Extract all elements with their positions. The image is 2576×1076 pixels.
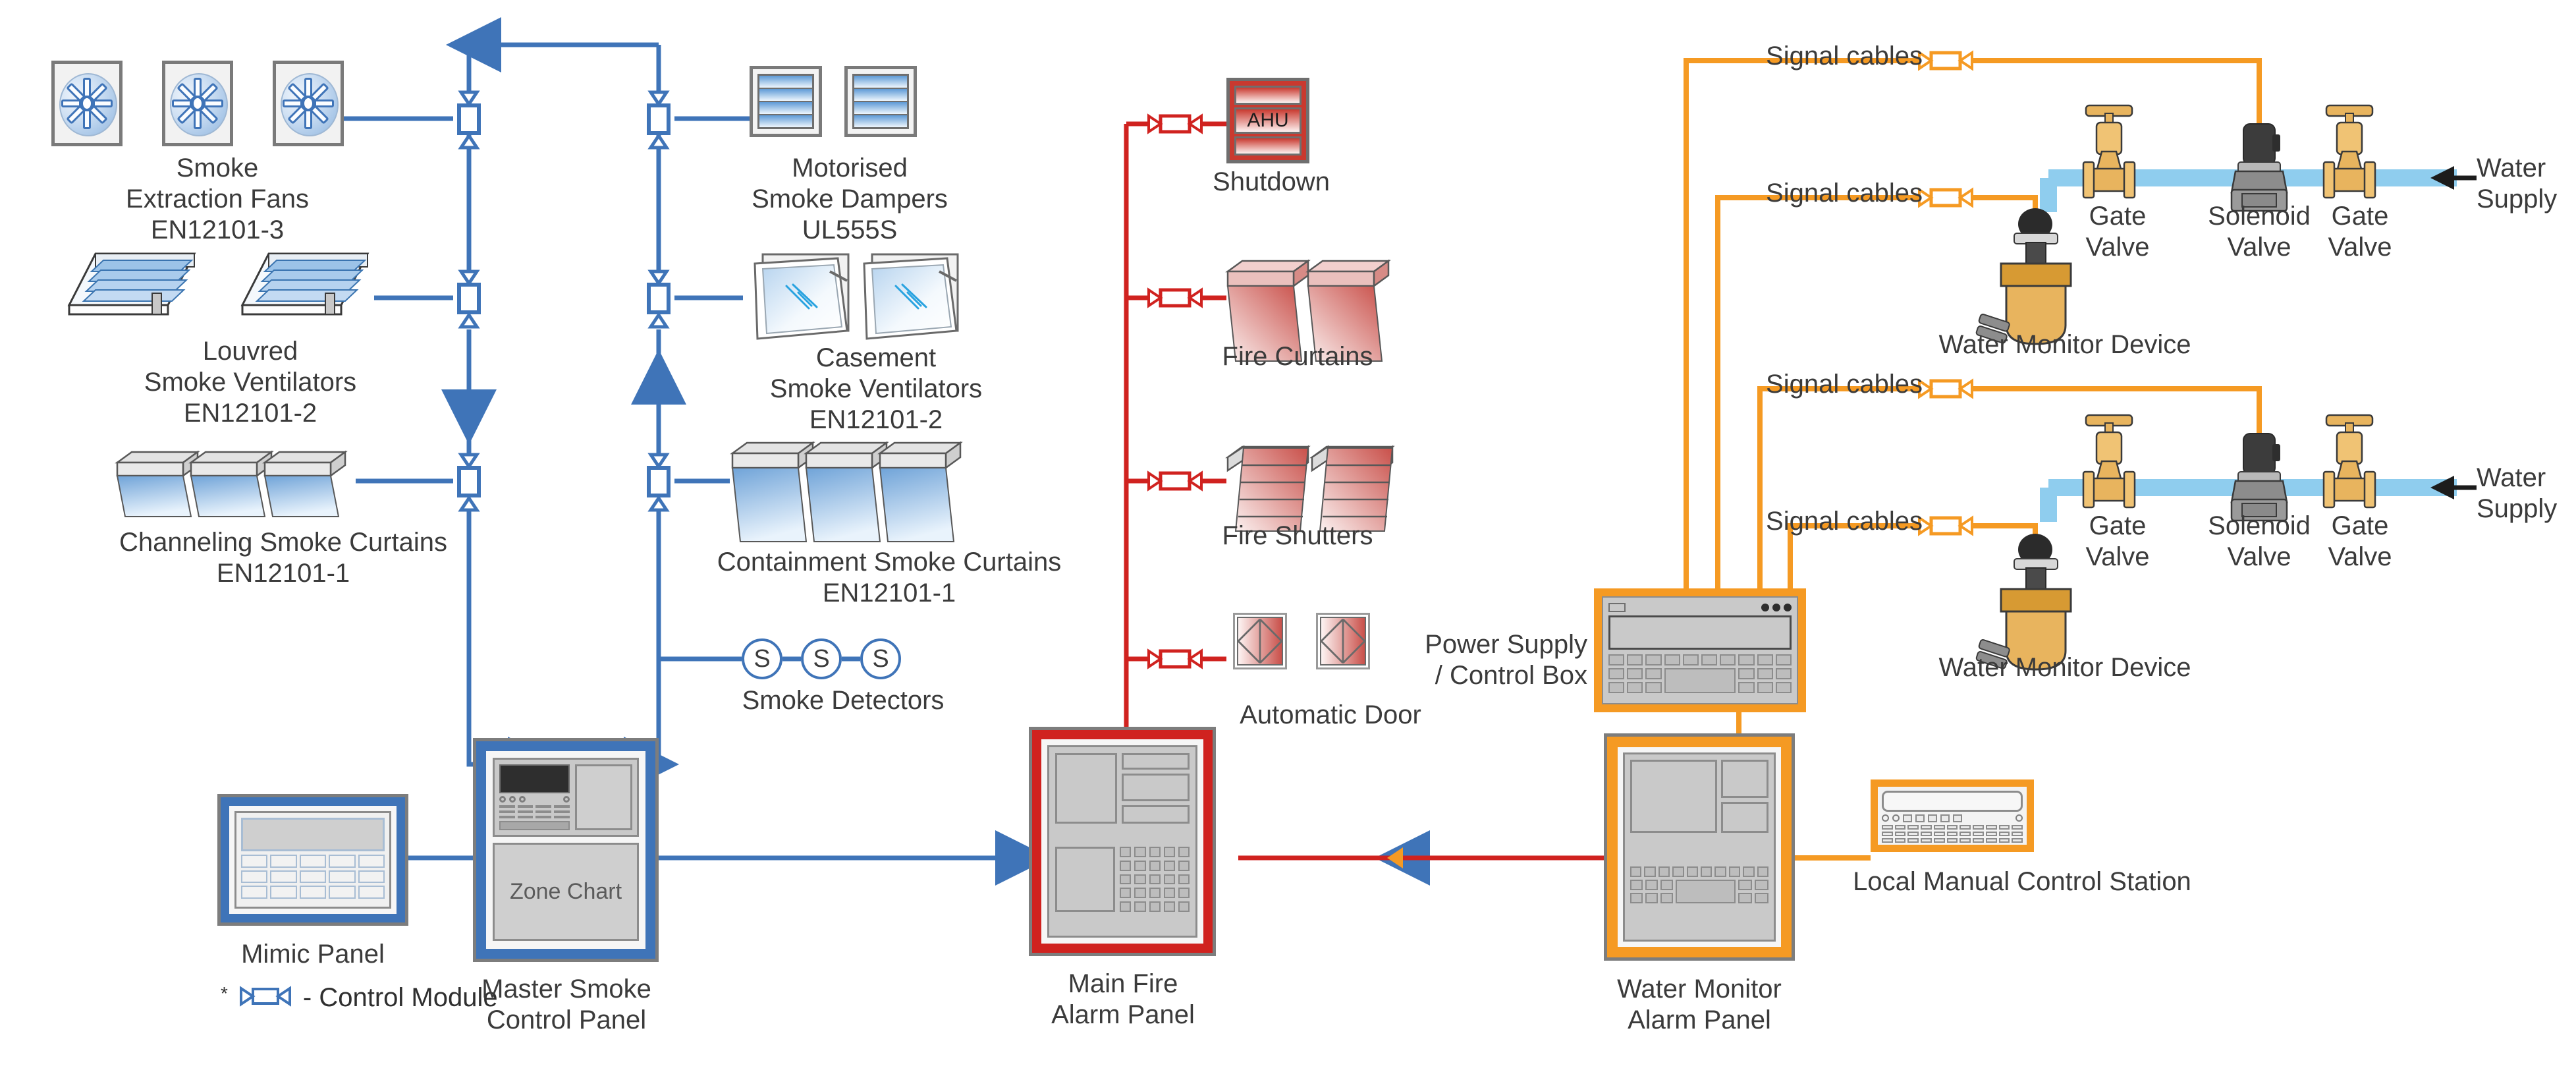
wmap-display-left — [1630, 760, 1718, 834]
water-monitor-alarm-panel-label: Water Monitor Alarm Panel — [1617, 975, 1782, 1035]
water-supply-label-2: Water Supply — [2477, 463, 2558, 524]
smoke-extraction-fans-label: Smoke Extraction Fans EN12101-3 — [126, 154, 309, 245]
mfap-strip-2 — [1121, 774, 1190, 801]
wmap-strip-2 — [1721, 801, 1768, 834]
mfap-strip-3 — [1121, 805, 1190, 824]
motorised-smoke-damper-icon — [750, 66, 822, 137]
power-supply-control-box[interactable] — [1594, 588, 1806, 712]
motorised-smoke-damper-icon — [844, 66, 917, 137]
gate-valve-label-1a: Gate Valve — [2085, 202, 2150, 262]
legend-control-module: * - Control Module — [221, 983, 498, 1013]
mimic-panel[interactable] — [217, 794, 408, 926]
smoke-detector-icon: S — [742, 638, 782, 679]
main-fire-alarm-panel[interactable] — [1029, 727, 1216, 956]
mfap-zone-block — [1055, 846, 1116, 913]
gate-valve-label-2b: Gate Valve — [2328, 511, 2392, 572]
psu-display — [1608, 615, 1792, 650]
master-smoke-control-panel[interactable]: Zone Chart — [473, 738, 659, 962]
signal-cables-label-2: Signal cables — [1766, 179, 1923, 208]
lmcs-display — [1882, 791, 2023, 812]
psu-spacebar — [1664, 667, 1736, 693]
smoke-detector-icon: S — [860, 638, 901, 679]
signal-cables-label-3: Signal cables — [1766, 370, 1923, 399]
louvred-smoke-ventilators-label: Louvred Smoke Ventilators EN12101-2 — [144, 337, 357, 428]
ahu-badge-bottom — [1234, 136, 1302, 156]
water-monitor-alarm-panel[interactable] — [1604, 733, 1795, 961]
ahu-badge-top — [1234, 86, 1302, 105]
gate-valve-label-1b: Gate Valve — [2328, 202, 2392, 262]
mscp-lcd-display — [499, 764, 570, 793]
smoke-extraction-fan-icon — [273, 61, 344, 146]
mimic-panel-label: Mimic Panel — [241, 940, 385, 969]
fire-curtains-label: Fire Curtains — [1222, 342, 1373, 371]
smoke-detectors-label: Smoke Detectors — [742, 686, 945, 715]
control-module-icon — [237, 985, 294, 1011]
main-fire-alarm-panel-label: Main Fire Alarm Panel — [1051, 969, 1195, 1030]
mscp-right-module — [574, 764, 632, 831]
ahu-shutdown-label: Shutdown — [1213, 167, 1330, 196]
containment-smoke-curtains-label: Containment Smoke Curtains EN12101-1 — [717, 548, 1062, 608]
motorised-smoke-dampers-label: Motorised Smoke Dampers UL555S — [752, 154, 948, 245]
smoke-extraction-fan-icon — [162, 61, 233, 146]
automatic-door-label: Automatic Door — [1240, 700, 1421, 729]
local-manual-control-station-label: Local Manual Control Station — [1853, 867, 2191, 896]
local-manual-control-station[interactable] — [1871, 779, 2034, 852]
mscp-zone-chart: Zone Chart — [493, 843, 639, 941]
fire-shutters-label: Fire Shutters — [1222, 521, 1373, 550]
signal-cables-label-1: Signal cables — [1766, 42, 1923, 71]
channeling-smoke-curtains-label: Channeling Smoke Curtains EN12101-1 — [119, 528, 448, 588]
automatic-door-icon — [1233, 613, 1287, 669]
legend-asterisk: * — [221, 983, 228, 1004]
smoke-extraction-fan-icon — [51, 61, 123, 146]
signal-cables-label-4: Signal cables — [1766, 507, 1923, 536]
automatic-door-icon — [1316, 613, 1370, 669]
water-monitor-device-label-1: Water Monitor Device — [1938, 330, 2191, 359]
water-supply-label-1: Water Supply — [2477, 154, 2558, 214]
wmap-strip-1 — [1721, 760, 1768, 798]
water-monitor-device-label-2: Water Monitor Device — [1938, 653, 2191, 682]
ahu-badge: AHU — [1234, 107, 1302, 134]
smoke-detector-icon: S — [801, 638, 842, 679]
gate-valve-label-2a: Gate Valve — [2085, 511, 2150, 572]
diagram-canvas: Smoke Extraction Fans EN12101-3 Louvred … — [0, 0, 2576, 1076]
casement-smoke-ventilators-label: Casement Smoke Ventilators EN12101-2 — [769, 343, 983, 435]
master-smoke-control-panel-label: Master Smoke Control Panel — [481, 975, 651, 1035]
wmap-spacebar — [1676, 879, 1736, 903]
power-supply-control-box-label: Power Supply / Control Box — [1425, 630, 1587, 691]
mfap-display-left — [1055, 753, 1117, 824]
ahu-unit-icon: AHU — [1226, 78, 1309, 163]
mfap-strip-1 — [1121, 753, 1190, 770]
